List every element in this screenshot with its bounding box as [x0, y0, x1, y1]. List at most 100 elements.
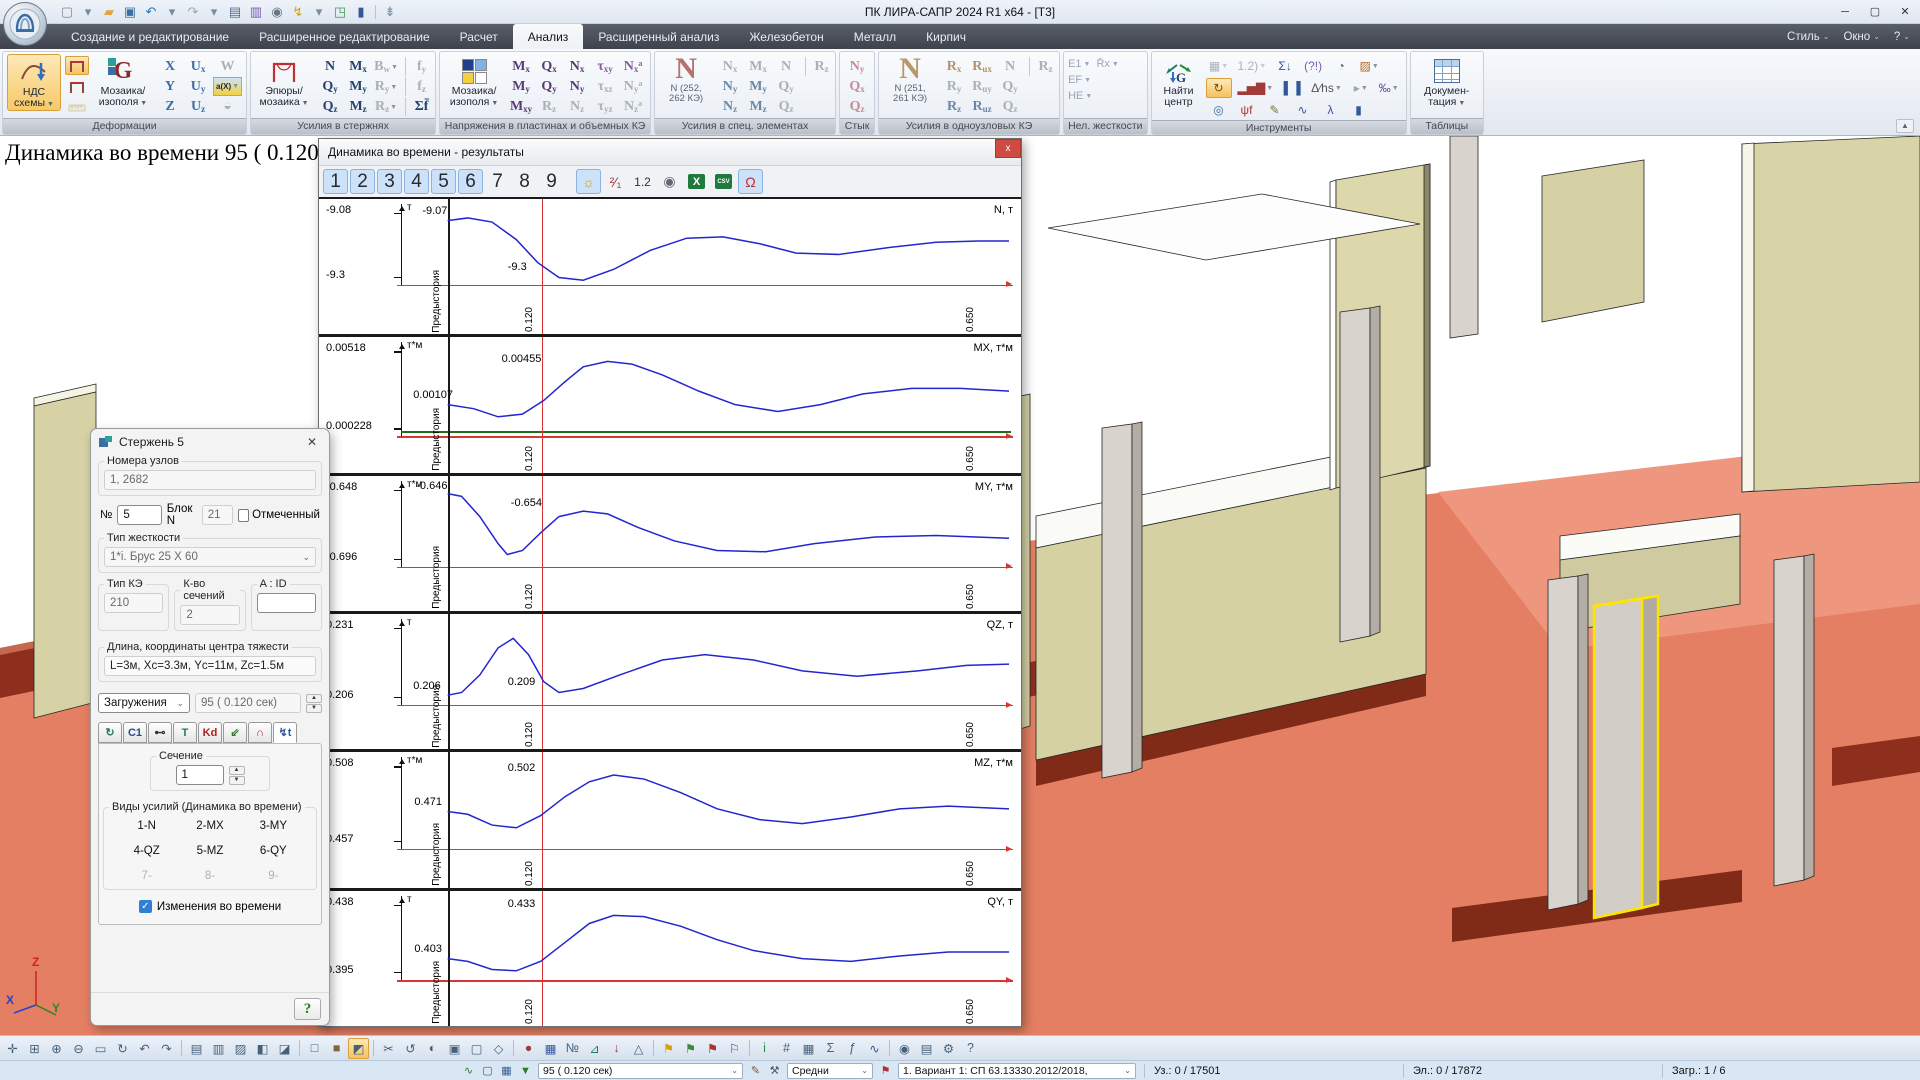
select-all-icon[interactable]: ▣ [444, 1038, 465, 1059]
measure-icon[interactable]: # [776, 1038, 797, 1059]
force-button-nx[interactable]: Nx [564, 57, 590, 76]
force-button-nz[interactable]: Nz [564, 97, 590, 116]
time-variation-checkbox[interactable]: ✓ [139, 900, 152, 913]
tab-bridge-icon[interactable]: ∩ [248, 722, 272, 743]
shaded-icon[interactable]: ■ [326, 1038, 347, 1059]
force-button-rux[interactable]: Rux [969, 57, 995, 76]
tab-kd-icon[interactable]: Kd [198, 722, 222, 743]
force-button-qx[interactable]: Qx [536, 57, 562, 76]
force-button-fz[interactable]: fz [405, 77, 431, 96]
force-button-ny[interactable]: Ny [717, 77, 743, 96]
force-button-nxa[interactable]: Nxa [620, 57, 646, 76]
curve-toggle-4[interactable]: 4 [404, 169, 429, 194]
curve-toggle-5[interactable]: 5 [431, 169, 456, 194]
force-button-mx[interactable]: Mx [508, 57, 534, 76]
highlight-curves-icon[interactable]: ☼ [576, 169, 601, 194]
paint-icon[interactable]: ✎ [1262, 100, 1288, 120]
undo-dropdown-icon[interactable]: ▾ [163, 3, 181, 21]
search-rotate-icon[interactable]: ◎ [1206, 100, 1232, 120]
pan-icon[interactable]: ✛ [2, 1038, 23, 1059]
rotate-view-icon[interactable]: ↻ [112, 1038, 133, 1059]
section-number-field[interactable]: 1 [176, 765, 224, 785]
column-2-front[interactable] [1102, 424, 1132, 778]
nodes-field[interactable]: 1, 2682 [104, 470, 316, 490]
tab-c1-icon[interactable]: C1 [123, 722, 147, 743]
force-button-ny[interactable]: Ny [564, 77, 590, 96]
check-result-icon[interactable]: (?!) [1300, 56, 1326, 76]
digits-mode-icon[interactable]: 1.2)▼ [1234, 56, 1271, 76]
graph-icon[interactable]: ∿ [864, 1038, 885, 1059]
aid-field[interactable] [257, 593, 316, 613]
force-button-mz[interactable]: Mz [345, 97, 371, 116]
ribbon-collapse-icon[interactable]: ▲ [1896, 119, 1914, 133]
minimize-button[interactable]: ─ [1830, 2, 1860, 22]
force-button-my[interactable]: My [508, 77, 534, 96]
force-button-qz[interactable]: Qz [997, 97, 1023, 116]
invert-selection-icon[interactable]: ◐ [422, 1038, 443, 1059]
force-button-rz[interactable]: Rz [536, 97, 562, 116]
mosaic-isofields-stress-button[interactable]: Мозаика/изополя▼ [444, 54, 504, 109]
tab-железобетон[interactable]: Железобетон [734, 24, 838, 49]
zoom-out-icon[interactable]: ⊖ [68, 1038, 89, 1059]
loadcase-prev-icon[interactable]: ▼ [516, 1063, 535, 1079]
lock-icon[interactable]: ▮ [352, 3, 370, 21]
flag-blue-icon[interactable]: ⚐ [724, 1038, 745, 1059]
wall-left[interactable] [34, 392, 96, 718]
view-iso-icon[interactable]: ◧ [252, 1038, 273, 1059]
force-button-ny[interactable]: Ny [844, 57, 870, 76]
select-poly-icon[interactable]: ◇ [488, 1038, 509, 1059]
column-5-side[interactable] [1578, 574, 1588, 904]
refresh-results-icon[interactable]: ↻ [1206, 78, 1232, 98]
force-button-n[interactable]: N [317, 57, 343, 76]
column-6-side[interactable] [1804, 554, 1814, 880]
tab-расширенное-редактирование[interactable]: Расширенное редактирование [244, 24, 445, 49]
view-xz-icon[interactable]: ▥ [208, 1038, 229, 1059]
force-button-uy[interactable]: Uy [185, 77, 211, 96]
qat-overflow-icon[interactable]: ⇟ [381, 3, 399, 21]
redo-dropdown-icon[interactable]: ▾ [205, 3, 223, 21]
open-folder-icon[interactable]: ▰ [100, 3, 118, 21]
force-button-rz[interactable]: Rz [941, 97, 967, 116]
fork-icon[interactable]: ψf [1234, 100, 1260, 120]
fragment-cut-icon[interactable]: ✂ [378, 1038, 399, 1059]
bars-icon[interactable]: ▌▐ [1279, 78, 1305, 98]
prev-view-icon[interactable]: ↶ [134, 1038, 155, 1059]
flag-red-icon[interactable]: ⚑ [702, 1038, 723, 1059]
show-elements-icon[interactable]: ▦ [540, 1038, 561, 1059]
force-button-fy[interactable]: fy [405, 57, 431, 76]
measure-deform-button[interactable] [65, 98, 89, 117]
marked-checkbox[interactable] [238, 509, 249, 522]
copy-image-icon[interactable]: ◉ [657, 169, 682, 194]
force-button-σf[interactable]: Σf̄ [405, 97, 431, 116]
ef-stiffness-button[interactable]: EF▼ [1068, 74, 1091, 86]
tab-кирпич[interactable]: Кирпич [911, 24, 981, 49]
lightning-dropdown-icon[interactable]: ▾ [310, 3, 328, 21]
tab-tee-icon[interactable]: Т [173, 722, 197, 743]
palette-icon[interactable]: ▨▼ [1356, 56, 1382, 76]
force-button-rz[interactable]: Rz▼ [373, 97, 399, 116]
results-close-button[interactable]: x [995, 139, 1021, 158]
restore-fragment-icon[interactable]: ↺ [400, 1038, 421, 1059]
delta-hs-icon[interactable]: Δ∕hs▼ [1307, 78, 1346, 98]
save-icon[interactable]: ▣ [121, 3, 139, 21]
force-button-rx[interactable]: Rx [941, 57, 967, 76]
column-2-side[interactable] [1132, 422, 1142, 772]
tab-расчет[interactable]: Расчет [445, 24, 513, 49]
scale-graph-icon[interactable]: ²∕₁ [603, 169, 628, 194]
status-pencil-icon[interactable]: ✎ [746, 1063, 765, 1079]
lambda-icon[interactable]: λ [1318, 100, 1344, 120]
special-elements-forces-button[interactable]: NN (252,262 КЭ) [659, 54, 713, 104]
force-button-x[interactable]: X [157, 57, 183, 76]
force-button-mz[interactable]: Mz [745, 97, 771, 116]
force-button-τyz[interactable]: τyz [592, 97, 618, 116]
force-button-n[interactable]: N [773, 57, 799, 76]
tab-link-icon[interactable]: ⊷ [148, 722, 172, 743]
stiffness-select[interactable]: 1*i. Брус 25 X 60⌄ [104, 547, 316, 567]
snapshot-icon[interactable]: ◉ [268, 3, 286, 21]
model3d-icon[interactable]: ◳ [331, 3, 349, 21]
tab-rotate-icon[interactable]: ↻ [98, 722, 122, 743]
force-button-qz[interactable]: Qz [844, 97, 870, 116]
lock-results-icon[interactable]: ▮ [1346, 100, 1372, 120]
menu-Стиль[interactable]: Стиль⌄ [1787, 31, 1829, 43]
element-number-field[interactable]: 5 [117, 505, 161, 525]
